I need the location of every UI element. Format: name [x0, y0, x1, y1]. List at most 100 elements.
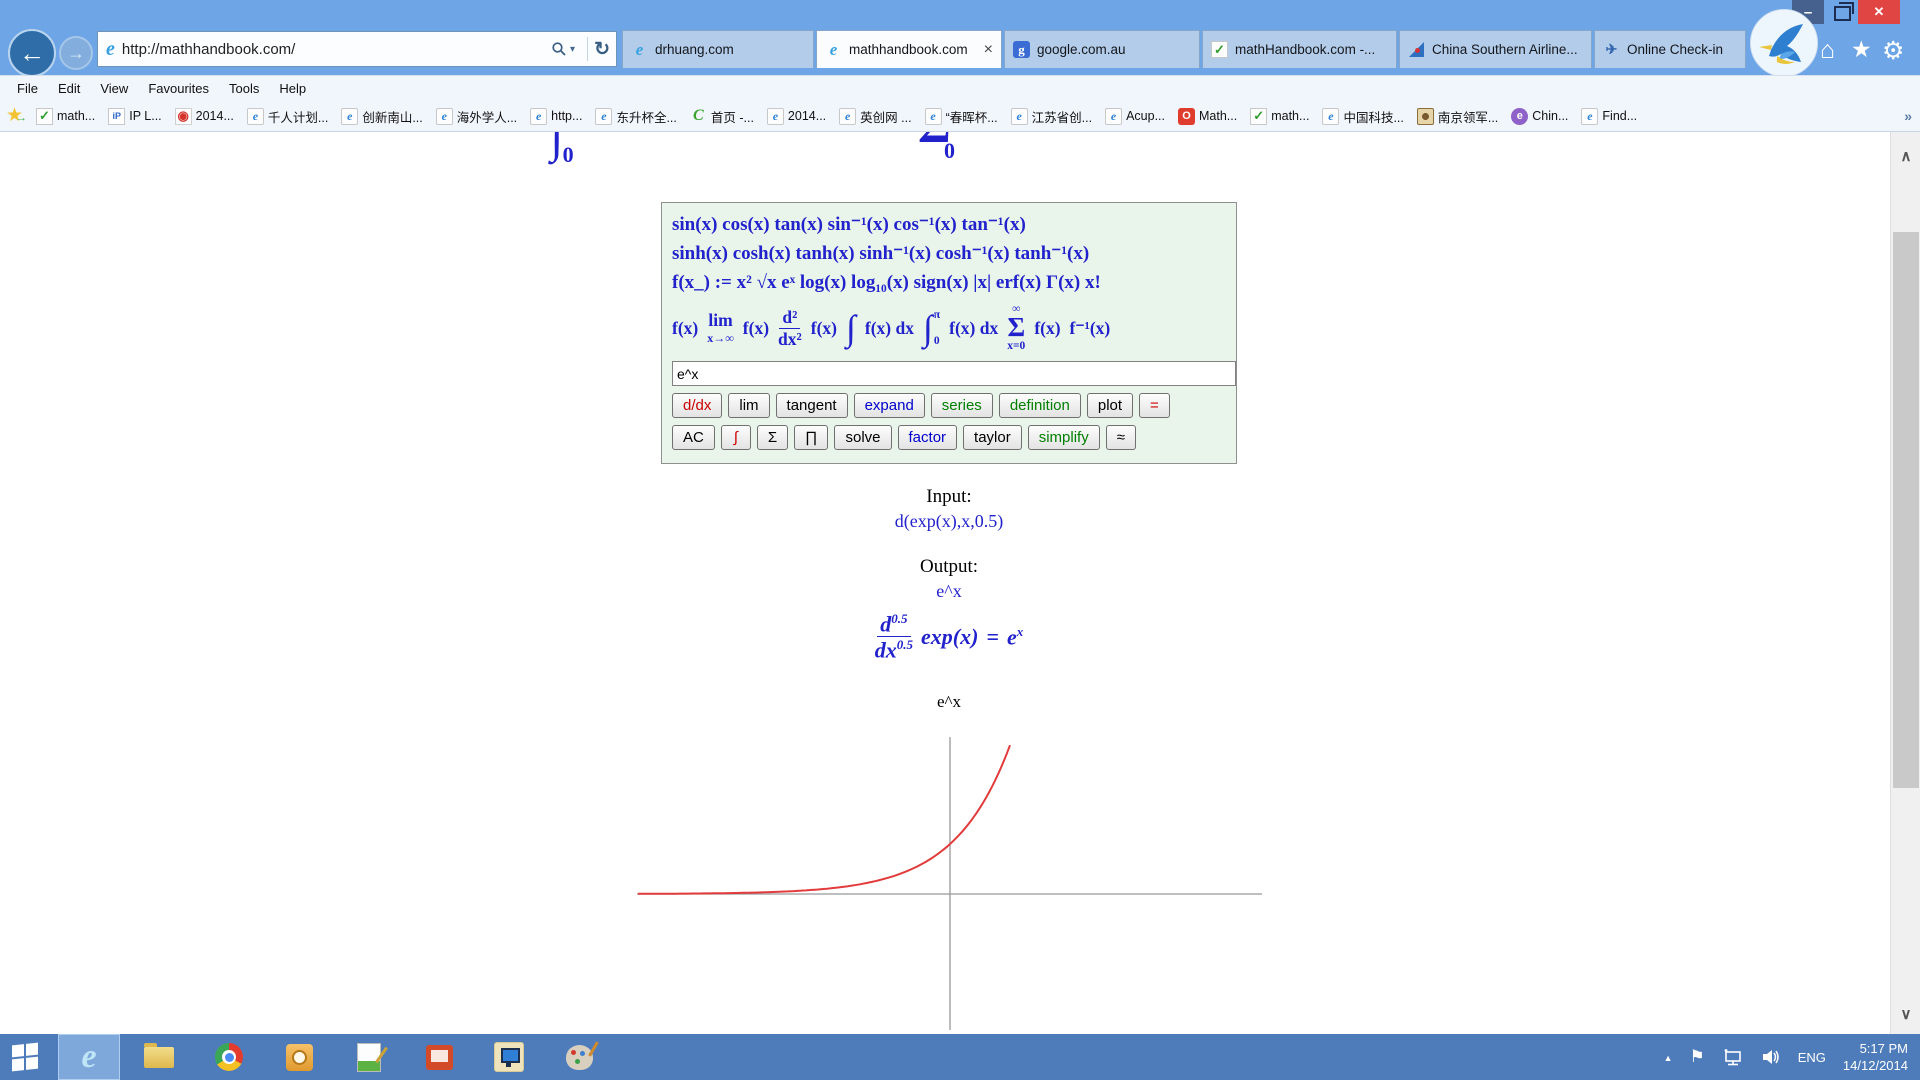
scroll-up-button[interactable] [1891, 138, 1920, 174]
math-line-calculus: f(x) limx→∞ f(x) d²dx² f(x) ∫ f(x) dx ∫π… [672, 300, 1226, 356]
tab-online-checkin[interactable]: Online Check-in [1594, 30, 1746, 68]
taskbar-outlook-button[interactable] [268, 1034, 330, 1080]
tray-language[interactable]: ENG [1798, 1050, 1826, 1065]
result-input-label: Input: [0, 486, 1890, 508]
menu-item[interactable]: Tools [220, 81, 268, 96]
outlook-icon [286, 1044, 313, 1071]
favorite-item[interactable]: “春晖杯... [925, 107, 998, 126]
calc-button[interactable]: solve [834, 425, 891, 450]
calc-button[interactable]: ≈ [1106, 425, 1136, 450]
favorite-item[interactable]: 海外学人... [436, 107, 517, 126]
ie-page-icon [106, 38, 115, 61]
calc-button[interactable]: = [1139, 393, 1170, 418]
tab-label: mathHandbook.com -... [1235, 42, 1388, 57]
calc-button[interactable]: lim [728, 393, 769, 418]
calc-button[interactable]: tangent [776, 393, 848, 418]
favorites-star-icon[interactable] [6, 106, 30, 126]
menu-item[interactable]: File [8, 81, 47, 96]
calc-button[interactable]: series [931, 393, 993, 418]
scroll-thumb[interactable] [1893, 232, 1919, 788]
calc-button[interactable]: simplify [1028, 425, 1100, 450]
scroll-down-button[interactable] [1891, 996, 1920, 1032]
favorite-item[interactable]: 2014... [767, 108, 826, 125]
menu-item[interactable]: Help [270, 81, 315, 96]
calc-button[interactable]: definition [999, 393, 1081, 418]
favorite-item[interactable]: 中国科技... [1322, 107, 1403, 126]
tab-favicon [1211, 41, 1228, 58]
favorites-button[interactable] [1851, 36, 1872, 63]
calc-button[interactable]: AC [672, 425, 715, 450]
address-bar[interactable]: http://mathhandbook.com/ [97, 31, 617, 67]
math-panel: sin(x) cos(x) tan(x) sin⁻¹(x) cos⁻¹(x) t… [661, 202, 1237, 464]
favorite-item[interactable]: Acup... [1105, 108, 1165, 125]
tab-google[interactable]: google.com.au [1004, 30, 1200, 68]
back-button[interactable] [8, 29, 56, 77]
favorite-item[interactable]: 东升杯全... [595, 107, 676, 126]
math-line-functions: f(x_) := x² √x eˣ log(x) log₁₀(x) sign(x… [672, 268, 1226, 297]
favorite-item[interactable]: 首页 -... [690, 107, 754, 126]
tray-clock[interactable]: 5:17 PM 14/12/2014 [1843, 1040, 1908, 1074]
tray-network-icon[interactable] [1722, 1048, 1744, 1066]
favorite-item[interactable]: 2014... [175, 108, 234, 125]
tray-expand-icon[interactable] [1664, 1048, 1673, 1066]
tab-mathhandbook[interactable]: mathhandbook.com [816, 30, 1002, 68]
favorite-item[interactable]: 南京领军... [1417, 107, 1498, 126]
calc-button[interactable]: factor [898, 425, 958, 450]
tab-china-southern[interactable]: China Southern Airline... [1399, 30, 1592, 68]
favorite-item[interactable]: Find... [1581, 108, 1637, 125]
result-input-expression: d(exp(x),x,0.5) [0, 511, 1890, 532]
menu-item[interactable]: View [91, 81, 137, 96]
favorite-label: 英创网 ... [860, 107, 911, 126]
calc-button[interactable]: plot [1087, 393, 1133, 418]
favorite-label: math... [1271, 109, 1309, 123]
calc-button[interactable]: ∫ [721, 425, 751, 450]
restore-button[interactable] [1830, 0, 1854, 24]
home-button[interactable] [1820, 36, 1835, 65]
tab-drhuang[interactable]: drhuang.com [622, 30, 814, 68]
vertical-scrollbar[interactable] [1890, 132, 1920, 1034]
favorite-item[interactable]: 江苏省创... [1011, 107, 1092, 126]
favorite-item[interactable]: Math... [1178, 108, 1237, 125]
favorites-overflow-icon[interactable]: » [1904, 108, 1912, 124]
tab-mathhandbook-2[interactable]: mathHandbook.com -... [1202, 30, 1397, 68]
close-button[interactable] [1858, 0, 1900, 24]
favorite-label: Math... [1199, 109, 1237, 123]
favorite-label: Find... [1602, 109, 1637, 123]
menu-item[interactable]: Edit [49, 81, 89, 96]
taskbar-chrome-button[interactable] [198, 1034, 260, 1080]
favorite-icon [1417, 108, 1434, 125]
search-button[interactable] [551, 41, 575, 57]
calc-button[interactable]: ∏ [794, 425, 828, 450]
favorite-item[interactable]: 英创网 ... [839, 107, 911, 126]
favorite-item[interactable]: Chin... [1511, 108, 1568, 125]
address-url[interactable]: http://mathhandbook.com/ [122, 41, 551, 58]
favorite-item[interactable]: math... [36, 108, 95, 125]
menu-item[interactable]: Favourites [139, 81, 218, 96]
text-editor-icon [357, 1043, 381, 1072]
tray-volume-icon[interactable] [1761, 1048, 1781, 1066]
favorite-item[interactable]: 创新南山... [341, 107, 422, 126]
calc-button[interactable]: expand [854, 393, 925, 418]
taskbar-display-button[interactable] [478, 1034, 540, 1080]
taskbar-paint-button[interactable] [548, 1034, 610, 1080]
favorite-icon [690, 108, 707, 125]
calc-button[interactable]: taylor [963, 425, 1022, 450]
tab-close-icon[interactable] [984, 42, 993, 57]
favorite-item[interactable]: IP L... [108, 108, 161, 125]
favorite-item[interactable]: 千人计划... [247, 107, 328, 126]
taskbar-file-explorer-button[interactable] [128, 1034, 190, 1080]
tray-flag-icon[interactable] [1690, 1047, 1705, 1067]
calc-button[interactable]: Σ [757, 425, 788, 450]
taskbar-powerpoint-button[interactable] [408, 1034, 470, 1080]
expression-input[interactable] [672, 361, 1236, 386]
refresh-icon[interactable] [594, 38, 610, 61]
favorite-item[interactable]: http... [530, 108, 582, 125]
start-button[interactable] [0, 1034, 50, 1080]
settings-button[interactable] [1882, 36, 1904, 66]
calc-button[interactable]: d/dx [672, 393, 722, 418]
search-caret-icon[interactable] [570, 44, 575, 55]
taskbar-internet-explorer-button[interactable] [58, 1034, 120, 1080]
forward-button[interactable] [59, 36, 93, 70]
favorite-item[interactable]: math... [1250, 108, 1309, 125]
taskbar-text-editor-button[interactable] [338, 1034, 400, 1080]
